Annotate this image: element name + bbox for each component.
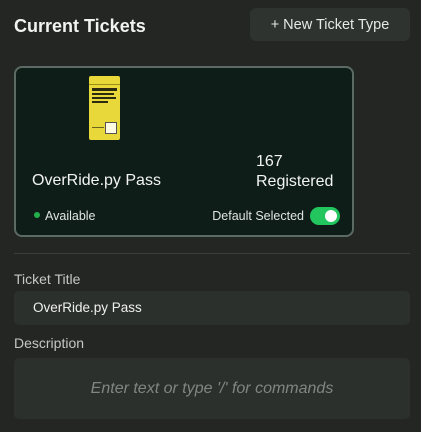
default-selected-label: Default Selected: [212, 209, 304, 223]
default-selected-toggle[interactable]: [310, 207, 340, 225]
status-dot-icon: [34, 212, 40, 218]
ticket-status-row: Available Default Selected: [32, 207, 340, 225]
ticket-title-input[interactable]: OverRide.py Pass: [14, 291, 410, 325]
new-ticket-type-button[interactable]: + New Ticket Type: [250, 8, 410, 41]
status-badge: Available: [45, 209, 96, 223]
ticket-image-icon: [89, 76, 120, 140]
ticket-card[interactable]: OverRide.py Pass 167 Registered Availabl…: [14, 66, 354, 237]
ticket-title-label: Ticket Title: [14, 271, 81, 287]
page-title: Current Tickets: [14, 16, 146, 36]
registered-label: Registered: [256, 173, 334, 190]
registered-number: 167: [256, 153, 283, 170]
ticket-name: OverRide.py Pass: [32, 172, 161, 189]
description-label: Description: [14, 335, 85, 351]
registered-count: 167 Registered: [256, 152, 333, 192]
toggle-knob: [325, 210, 337, 222]
section-divider: [14, 253, 410, 254]
page-header: Current Tickets + New Ticket Type: [14, 8, 410, 42]
description-field[interactable]: Enter text or type '/' for commands: [14, 358, 410, 419]
